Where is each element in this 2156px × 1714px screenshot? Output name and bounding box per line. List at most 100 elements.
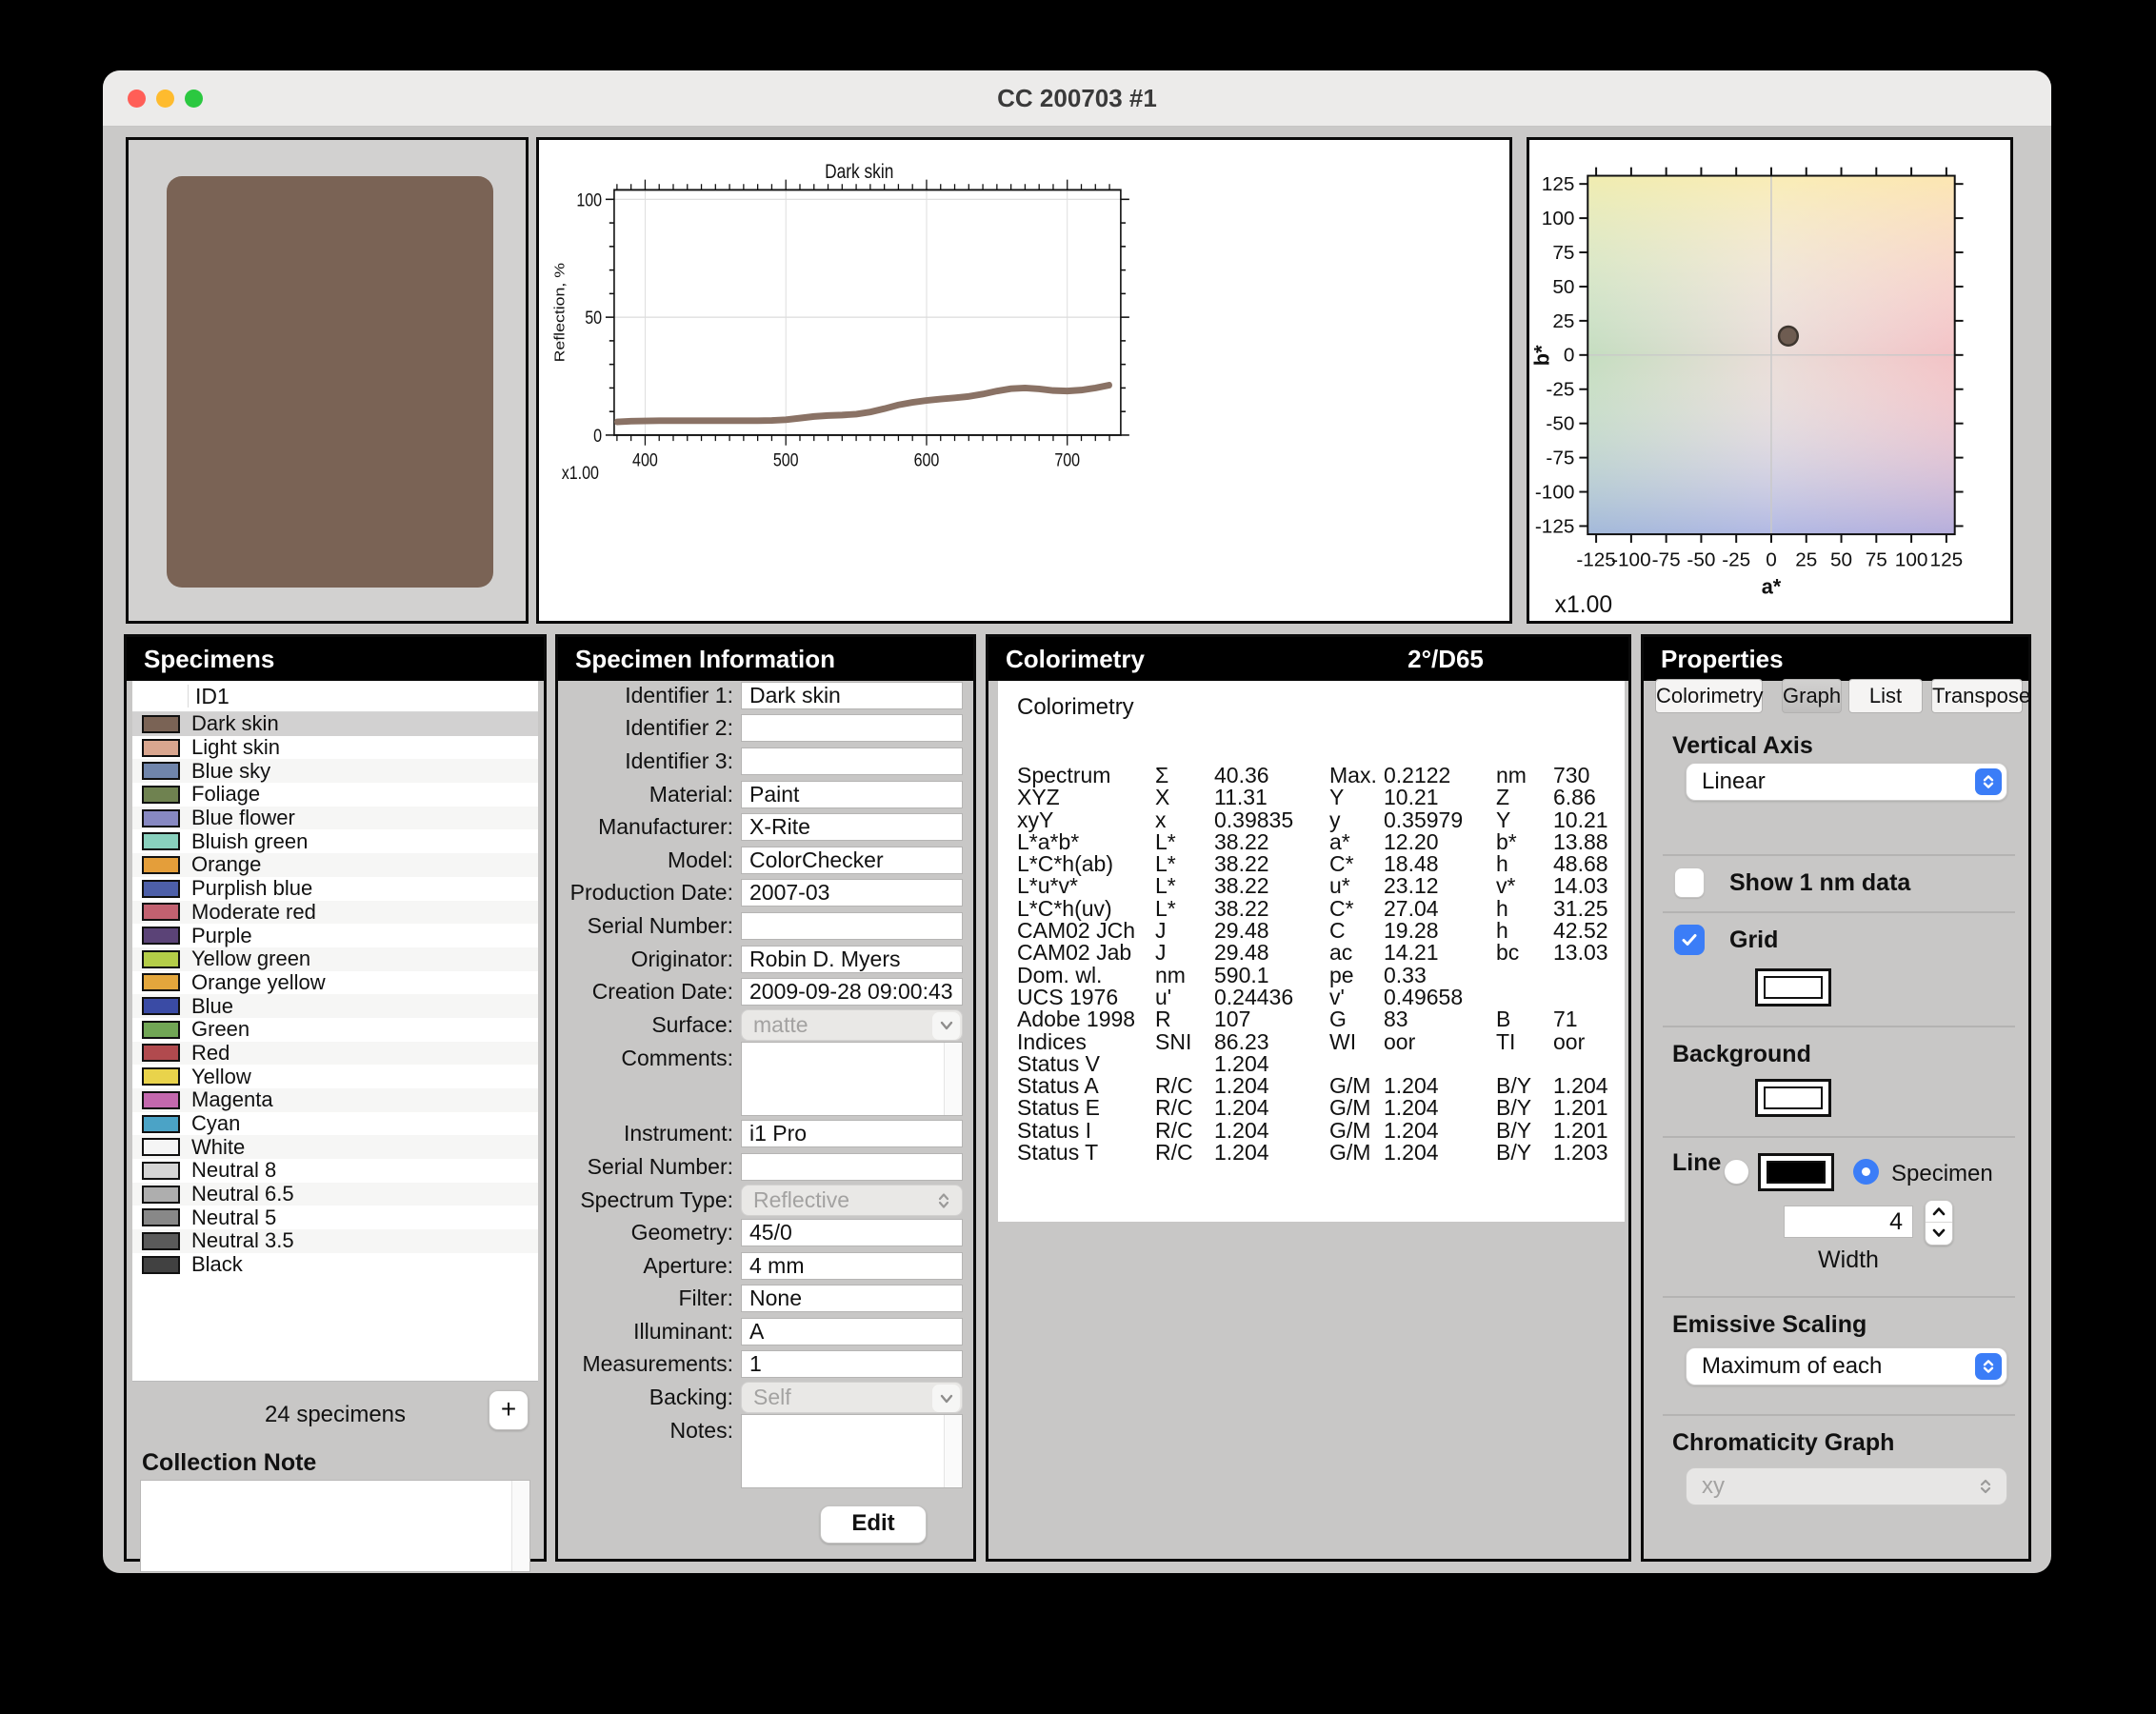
chromaticity-chart[interactable]: -125-100-75-50-250255075100125 -125-100-…	[1529, 140, 2010, 621]
tab-list[interactable]: List	[1848, 679, 1923, 713]
cell-value: G/M	[1329, 1097, 1384, 1119]
text-field[interactable]: 1	[741, 1350, 963, 1378]
list-item[interactable]: Foliage	[132, 783, 538, 807]
list-item[interactable]: Neutral 5	[132, 1206, 538, 1229]
text-field[interactable]: 2009-09-28 09:00:43	[741, 978, 963, 1006]
tab-graph[interactable]: Graph	[1782, 679, 1842, 713]
list-item[interactable]: Orange yellow	[132, 971, 538, 995]
column-header-id1[interactable]: ID1	[195, 681, 230, 711]
text-field[interactable]	[741, 714, 963, 742]
list-item[interactable]: Red	[132, 1042, 538, 1066]
grid-color-well[interactable]	[1755, 968, 1831, 1006]
text-field[interactable]: 45/0	[741, 1219, 963, 1246]
background-color-well[interactable]	[1755, 1079, 1831, 1117]
field-label: Notes:	[558, 1418, 733, 1444]
line-color-radio[interactable]	[1724, 1159, 1749, 1185]
line-width-input[interactable]: 4	[1784, 1206, 1913, 1238]
cell-value: C*	[1329, 898, 1384, 920]
emissive-scaling-popup[interactable]: Maximum of each	[1686, 1347, 2007, 1385]
text-field[interactable]: ColorChecker	[741, 847, 963, 874]
scrollbar[interactable]	[944, 1415, 962, 1487]
svg-text:100: 100	[1542, 208, 1575, 229]
add-specimen-button[interactable]: +	[489, 1390, 529, 1430]
info-field-row: Originator:Robin D. Myers	[558, 943, 973, 976]
field-control: X-Rite	[741, 813, 963, 841]
text-field[interactable]: Paint	[741, 781, 963, 808]
popup-field[interactable]: Reflective	[741, 1185, 963, 1216]
list-item[interactable]: Yellow	[132, 1065, 538, 1088]
list-item[interactable]: Blue	[132, 994, 538, 1018]
spectral-reflectance-chart[interactable]: Dark skin 400500600700 050100 Reflection…	[539, 140, 1509, 621]
vertical-axis-popup[interactable]: Linear	[1686, 763, 2007, 801]
text-field[interactable]: 2007-03	[741, 879, 963, 907]
text-field[interactable]	[741, 1153, 963, 1181]
svg-text:-75: -75	[1652, 549, 1681, 571]
cell-value: 48.68	[1553, 853, 1615, 875]
list-item[interactable]: Neutral 3.5	[132, 1229, 538, 1253]
info-field-row: Identifier 3:	[558, 745, 973, 778]
text-field[interactable]: X-Rite	[741, 813, 963, 841]
cell-value: 1.204	[1214, 1120, 1329, 1142]
specimen-count: 24 specimens	[127, 1402, 544, 1428]
list-item[interactable]: Purplish blue	[132, 877, 538, 901]
line-width-stepper[interactable]	[1925, 1200, 1953, 1246]
cell-value: TI	[1496, 1031, 1553, 1053]
line-color-well[interactable]	[1758, 1153, 1834, 1191]
text-field[interactable]: 4 mm	[741, 1252, 963, 1280]
list-item[interactable]: Neutral 8	[132, 1159, 538, 1183]
grid-checkbox[interactable]	[1674, 925, 1705, 955]
stepper-down-icon[interactable]	[1926, 1223, 1952, 1244]
list-item[interactable]: Purple	[132, 924, 538, 947]
list-item[interactable]: Dark skin	[132, 712, 538, 736]
text-field[interactable]: None	[741, 1285, 963, 1312]
list-item[interactable]: Bluish green	[132, 829, 538, 853]
cell-value: 1.204	[1214, 1097, 1329, 1119]
colorimetry-content: Colorimetry SpectrumΣ40.36Max.0.2122nm73…	[998, 681, 1625, 1222]
collection-note-input[interactable]	[140, 1480, 530, 1572]
divider	[1663, 1296, 2015, 1298]
properties-header: Properties	[1644, 637, 2028, 681]
list-item[interactable]: Magenta	[132, 1088, 538, 1112]
list-item[interactable]: Blue sky	[132, 759, 538, 783]
combo-field[interactable]: matte	[741, 1009, 963, 1041]
text-field[interactable]: Dark skin	[741, 682, 963, 709]
scrollbar[interactable]	[944, 1043, 962, 1115]
text-field[interactable]: Robin D. Myers	[741, 946, 963, 973]
title-bar: CC 200703 #1	[103, 70, 2051, 127]
list-item[interactable]: Light skin	[132, 736, 538, 760]
list-item[interactable]: Green	[132, 1018, 538, 1042]
line-specimen-radio[interactable]	[1853, 1159, 1879, 1185]
field-label: Creation Date:	[558, 979, 733, 1005]
list-item[interactable]: Moderate red	[132, 901, 538, 925]
list-item[interactable]: Orange	[132, 853, 538, 877]
list-item[interactable]: White	[132, 1135, 538, 1159]
table-row: Adobe 1998R107G83B71	[1017, 1008, 1615, 1030]
column-header-row[interactable]: ID1	[132, 681, 538, 712]
scrollbar[interactable]	[511, 1481, 529, 1571]
show-1nm-checkbox[interactable]	[1674, 867, 1705, 898]
textarea-field[interactable]	[741, 1414, 963, 1488]
stepper-up-icon[interactable]	[1926, 1201, 1952, 1222]
list-item[interactable]: Yellow green	[132, 947, 538, 971]
field-control: 4 mm	[741, 1252, 963, 1280]
row-label: Indices	[1017, 1031, 1155, 1053]
textarea-field[interactable]	[741, 1042, 963, 1116]
cell-value: 0.49658	[1384, 987, 1496, 1008]
list-item[interactable]: Blue flower	[132, 807, 538, 830]
table-row: L*C*h(uv)L*38.22C*27.04h31.25	[1017, 898, 1615, 920]
edit-button[interactable]: Edit	[820, 1505, 927, 1544]
list-item[interactable]: Cyan	[132, 1112, 538, 1136]
cell-value: 0.2122	[1384, 765, 1496, 787]
list-item[interactable]: Neutral 6.5	[132, 1183, 538, 1206]
reflectance-curve	[617, 385, 1109, 422]
text-field[interactable]: i1 Pro	[741, 1120, 963, 1147]
tab-colorimetry[interactable]: Colorimetry	[1655, 679, 1763, 713]
cell-value: G/M	[1329, 1120, 1384, 1142]
color-swatch	[142, 927, 180, 945]
list-item[interactable]: Black	[132, 1253, 538, 1277]
text-field[interactable]	[741, 912, 963, 940]
tab-transpose[interactable]: Transpose	[1931, 679, 2023, 713]
text-field[interactable]: A	[741, 1318, 963, 1345]
text-field[interactable]	[741, 747, 963, 775]
combo-field[interactable]: Self	[741, 1382, 963, 1413]
